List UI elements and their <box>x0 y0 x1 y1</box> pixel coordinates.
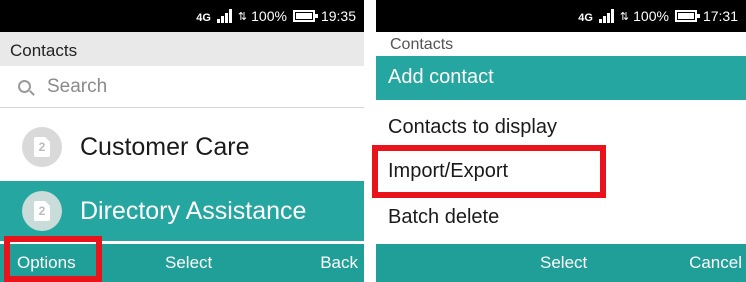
sim-2-icon: 2 <box>34 201 50 221</box>
signal-icon <box>598 9 614 23</box>
data-arrows-icon: ⇅ <box>237 10 247 23</box>
options-menu-screen: 4G ⇅ 100% 17:31 Contacts Add contact Con… <box>376 0 746 282</box>
battery-percent: 100% <box>251 8 287 24</box>
softkey-bar: Select Cancel <box>376 244 746 282</box>
status-indicators: 4G ⇅ 100% 17:31 <box>578 0 738 32</box>
status-bar: 4G ⇅ 100% 19:35 <box>0 0 364 32</box>
data-arrows-icon: ⇅ <box>619 10 629 23</box>
background-title: Contacts <box>390 36 454 53</box>
page-title: Contacts <box>0 32 364 66</box>
cancel-softkey[interactable]: Cancel <box>689 253 742 273</box>
avatar: 2 <box>22 127 62 167</box>
sim-2-icon: 2 <box>34 137 50 157</box>
network-type: 4G <box>578 12 593 24</box>
status-time: 17:31 <box>702 8 738 24</box>
menu-title[interactable]: Add contact <box>376 56 746 100</box>
contact-item-customer-care[interactable]: 2 Customer Care <box>0 118 364 176</box>
battery-icon <box>292 10 318 22</box>
contact-item-directory-assistance[interactable]: 2 Directory Assistance <box>0 181 364 241</box>
status-bar: 4G ⇅ 100% 17:31 <box>376 0 746 32</box>
status-indicators: 4G ⇅ 100% 19:35 <box>196 0 356 32</box>
status-time: 19:35 <box>320 8 356 24</box>
highlight-box-import-export <box>372 145 606 198</box>
avatar: 2 <box>22 191 62 231</box>
search-icon <box>18 80 31 93</box>
battery-icon <box>674 10 700 22</box>
contact-name: Directory Assistance <box>80 196 307 225</box>
select-softkey[interactable]: Select <box>165 253 212 273</box>
contact-name: Customer Care <box>80 132 250 161</box>
signal-icon <box>216 9 232 23</box>
highlight-box-options <box>4 236 102 282</box>
select-softkey[interactable]: Select <box>540 253 587 273</box>
battery-percent: 100% <box>633 8 669 24</box>
back-softkey[interactable]: Back <box>320 253 358 273</box>
search-placeholder: Search <box>47 75 108 97</box>
menu-item-batch-delete[interactable]: Batch delete <box>376 194 746 240</box>
menu-item-contacts-to-display[interactable]: Contacts to display <box>376 104 746 150</box>
network-type: 4G <box>196 12 211 24</box>
search-input[interactable]: Search <box>0 66 364 108</box>
